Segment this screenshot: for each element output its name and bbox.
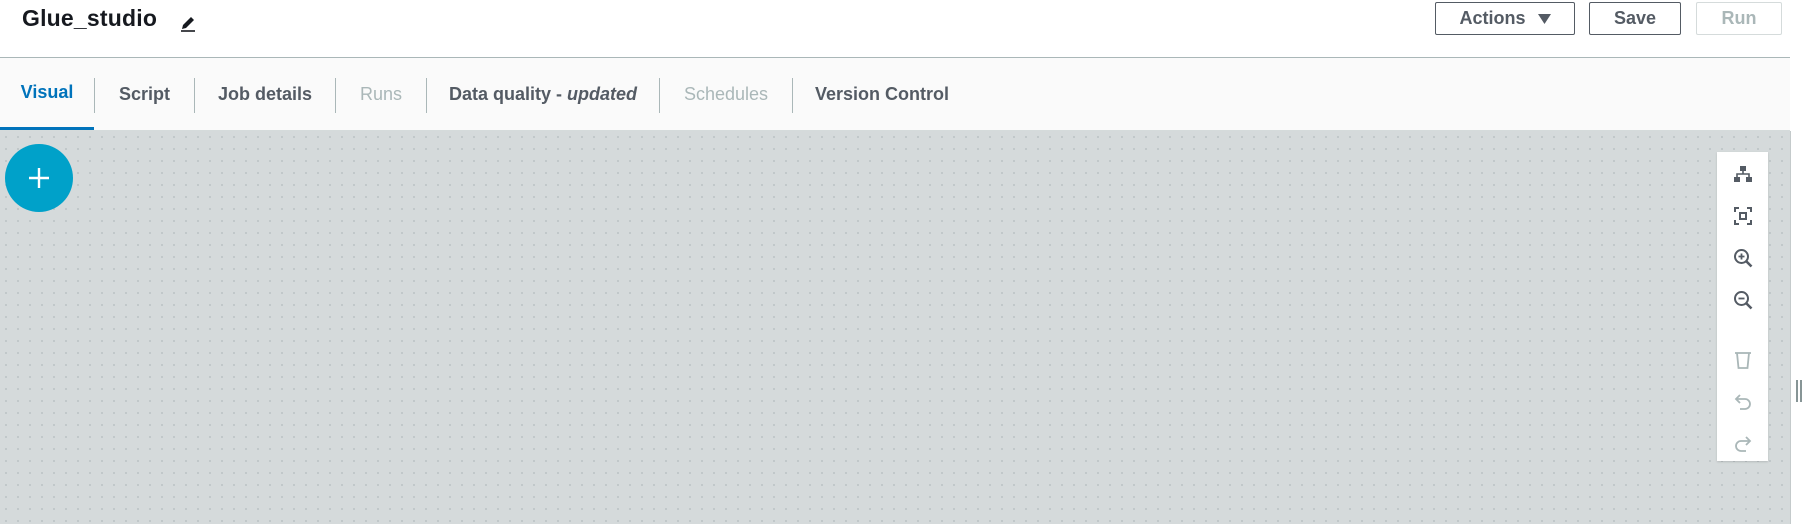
caret-down-icon [1537,13,1551,24]
zoom-out-button[interactable] [1717,284,1768,316]
layout-button[interactable] [1717,158,1768,190]
tab-data-quality-label: Data quality - [448,83,568,104]
run-button[interactable]: Run [1696,2,1782,35]
job-header: Glue_studio Actions Save Run [0,0,1790,58]
visual-editor-canvas[interactable] [0,131,1791,524]
actions-button[interactable]: Actions [1435,2,1575,35]
undo-button[interactable] [1717,386,1768,418]
tab-schedules[interactable]: Schedules [660,58,792,130]
delete-icon [1734,352,1751,369]
tab-data-quality-status: updated [567,83,638,104]
resize-grip-line [1800,380,1802,402]
plus-icon [29,168,49,188]
resize-grip-line [1796,380,1798,402]
actions-button-label: Actions [1459,8,1526,28]
delete-button[interactable] [1717,344,1768,376]
fit-to-screen-button[interactable] [1717,200,1768,232]
tab-visual[interactable]: Visual [0,58,94,130]
edit-job-name-button[interactable] [174,9,202,37]
tab-runs[interactable]: Runs [336,58,426,130]
tab-script[interactable]: Script [95,58,194,130]
redo-icon [1734,436,1751,452]
zoom-in-icon [1733,249,1752,268]
tab-job-details[interactable]: Job details [195,58,335,130]
undo-icon [1734,394,1751,410]
panel-resize-handle[interactable] [1796,380,1804,402]
add-node-button[interactable] [5,144,73,212]
tab-version-control[interactable]: Version Control [793,58,971,130]
save-button[interactable]: Save [1589,2,1681,35]
zoom-in-button[interactable] [1717,242,1768,274]
zoom-out-icon [1733,291,1752,310]
layout-icon [1733,166,1752,182]
fit-to-screen-icon [1733,207,1752,225]
job-tabs: Visual Script Job details Runs Data qual… [0,58,1790,131]
redo-button[interactable] [1717,428,1768,460]
job-title: Glue_studio [22,5,158,31]
canvas-toolbar [1717,152,1768,461]
tab-data-quality[interactable]: Data quality - updated [427,58,659,130]
pencil-icon [181,17,195,32]
